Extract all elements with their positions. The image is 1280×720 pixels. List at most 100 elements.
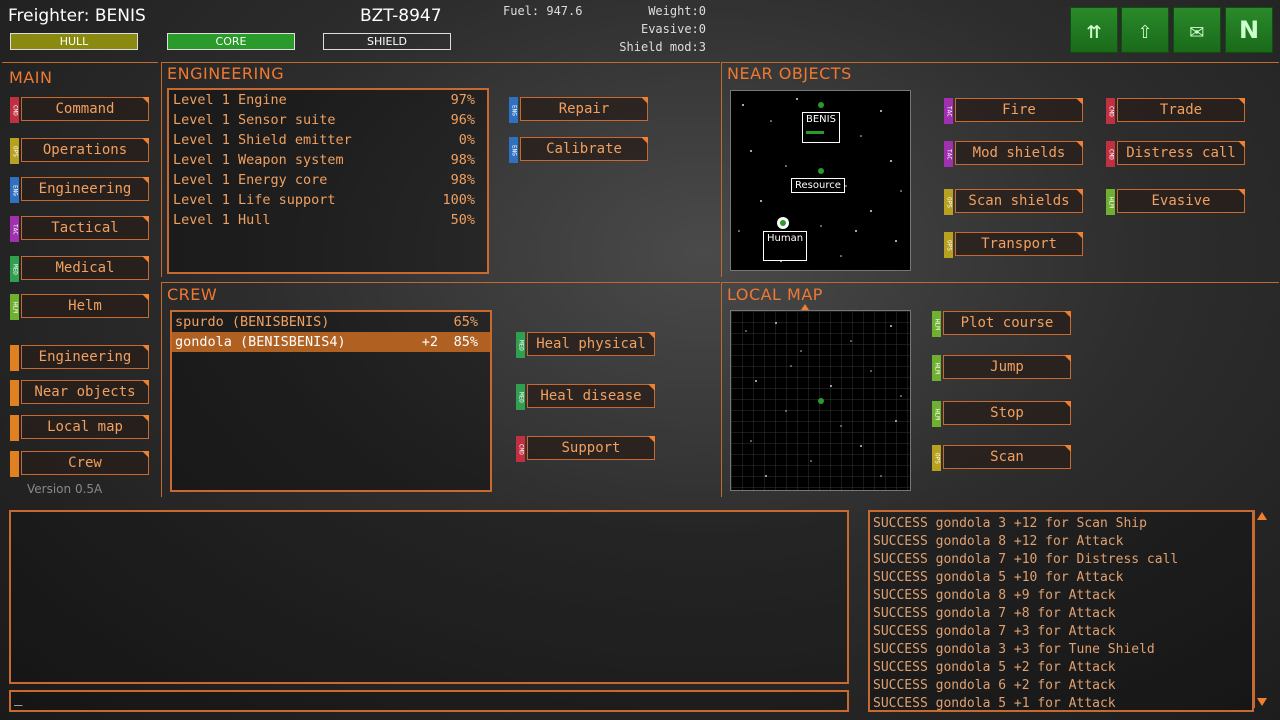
- input-cursor: _: [14, 690, 23, 706]
- local-map-view[interactable]: [730, 310, 911, 491]
- eng-tag: ENG: [509, 137, 518, 163]
- cmd-tag: CMD: [10, 97, 19, 123]
- stop-button[interactable]: Stop: [943, 401, 1071, 425]
- system-row[interactable]: Level 1 Shield emitter 0%: [169, 130, 487, 150]
- cmd-tag: CMD: [1106, 98, 1115, 124]
- fuel-stat: Fuel: 947.6: [503, 4, 583, 18]
- mail-button[interactable]: ✉: [1173, 7, 1221, 53]
- sidebar-tactical-button[interactable]: Tactical: [21, 216, 149, 240]
- hlm-tag: HLM: [1106, 189, 1115, 215]
- ops-tag: OPS: [932, 445, 941, 471]
- scan-shields-button[interactable]: Scan shields: [955, 189, 1083, 213]
- scan-button[interactable]: Scan: [943, 445, 1071, 469]
- hull-bar: HULL: [10, 33, 138, 50]
- log-line: SUCCESS gondola 3 +3 for Tune Shield: [873, 642, 1155, 657]
- crew-transfer-button[interactable]: ⇈: [1070, 7, 1118, 53]
- system-row[interactable]: Level 1 Hull 50%: [169, 210, 487, 230]
- log-line: SUCCESS gondola 8 +12 for Attack: [873, 534, 1124, 549]
- resource-marker[interactable]: [818, 168, 824, 174]
- core-bar: CORE: [167, 33, 295, 50]
- view-local-map-button[interactable]: Local map: [21, 415, 149, 439]
- fire-button[interactable]: Fire: [955, 98, 1083, 122]
- view-tag: [10, 345, 19, 371]
- upload-person-button[interactable]: ⇧: [1121, 7, 1169, 53]
- hlm-tag: HLM: [10, 294, 19, 320]
- crew-title: CREW: [167, 285, 218, 304]
- view-tag: [10, 415, 19, 441]
- event-log[interactable]: SUCCESS gondola 3 +12 for Scan Ship SUCC…: [868, 510, 1254, 712]
- ops-tag: OPS: [944, 232, 953, 258]
- ship-title: Freighter: BENIS: [8, 6, 146, 26]
- mod-shields-button[interactable]: Mod shields: [955, 141, 1083, 165]
- main-title: MAIN: [9, 68, 53, 87]
- med-tag: MED: [516, 384, 525, 410]
- nav-north-button[interactable]: N: [1225, 7, 1273, 53]
- log-line: SUCCESS gondola 3 +12 for Scan Ship: [873, 516, 1147, 531]
- engineering-title: ENGINEERING: [167, 64, 285, 83]
- crew-row-selected[interactable]: gondola (BENISBENIS4) +2 85%: [172, 332, 490, 352]
- ship-registration: BZT-8947: [360, 6, 442, 26]
- shield-mod-stat: Shield mod:3: [619, 40, 706, 54]
- tac-tag: TAC: [944, 98, 953, 124]
- local-starfield: [731, 311, 910, 490]
- support-button[interactable]: Support: [527, 436, 655, 460]
- system-row[interactable]: Level 1 Engine 97%: [169, 90, 487, 110]
- med-tag: MED: [516, 332, 525, 358]
- nav-north-icon: N: [1238, 16, 1260, 44]
- plot-course-button[interactable]: Plot course: [943, 311, 1071, 335]
- view-engineering-button[interactable]: Engineering: [21, 345, 149, 369]
- local-map-title: LOCAL MAP: [727, 285, 823, 304]
- heal-physical-button[interactable]: Heal physical: [527, 332, 655, 356]
- output-area: [9, 510, 849, 684]
- sidebar-helm-button[interactable]: Helm: [21, 294, 149, 318]
- sidebar-engineering-button[interactable]: Engineering: [21, 177, 149, 201]
- view-tag: [10, 380, 19, 406]
- log-line: SUCCESS gondola 7 +10 for Distress call: [873, 552, 1179, 567]
- hlm-tag: HLM: [932, 401, 941, 427]
- evasive-button[interactable]: Evasive: [1117, 189, 1245, 213]
- crew-transfer-icon: ⇈: [1086, 16, 1102, 44]
- med-tag: MED: [10, 256, 19, 282]
- sidebar-command-button[interactable]: Command: [21, 97, 149, 121]
- heal-disease-button[interactable]: Heal disease: [527, 384, 655, 408]
- command-input[interactable]: _: [9, 690, 849, 712]
- eng-tag: ENG: [10, 177, 19, 203]
- system-row[interactable]: Level 1 Weapon system 98%: [169, 150, 487, 170]
- sidebar-medical-button[interactable]: Medical: [21, 256, 149, 280]
- ops-tag: OPS: [10, 138, 19, 164]
- view-tag: [10, 451, 19, 477]
- calibrate-button[interactable]: Calibrate: [520, 137, 648, 161]
- near-objects-map[interactable]: BENIS Resource Human: [730, 90, 911, 271]
- ship-marker[interactable]: [818, 102, 824, 108]
- shield-bar: SHIELD: [323, 33, 451, 50]
- log-line: SUCCESS gondola 5 +10 for Attack: [873, 570, 1124, 585]
- transport-button[interactable]: Transport: [955, 232, 1083, 256]
- weight-stat: Weight:0: [648, 4, 706, 18]
- mail-icon: ✉: [1189, 16, 1205, 44]
- eng-tag: ENG: [509, 97, 518, 123]
- system-row[interactable]: Level 1 Energy core 98%: [169, 170, 487, 190]
- log-scrollbar[interactable]: [1254, 510, 1269, 708]
- system-row[interactable]: Level 1 Sensor suite 96%: [169, 110, 487, 130]
- scroll-down-icon[interactable]: [1257, 698, 1267, 706]
- hlm-tag: HLM: [932, 355, 941, 381]
- resource-label: Resource: [791, 178, 845, 193]
- cmd-tag: CMD: [1106, 141, 1115, 167]
- view-near-objects-button[interactable]: Near objects: [21, 380, 149, 404]
- repair-button[interactable]: Repair: [520, 97, 648, 121]
- trade-button[interactable]: Trade: [1117, 98, 1245, 122]
- ops-tag: OPS: [944, 189, 953, 215]
- cmd-tag: CMD: [516, 436, 525, 462]
- log-line: SUCCESS gondola 5 +2 for Attack: [873, 660, 1116, 675]
- jump-button[interactable]: Jump: [943, 355, 1071, 379]
- log-line: SUCCESS gondola 5 +1 for Attack: [873, 696, 1116, 711]
- upload-person-icon: ⇧: [1137, 16, 1153, 44]
- systems-list: Level 1 Engine 97% Level 1 Sensor suite 96…: [167, 88, 489, 274]
- sidebar-operations-button[interactable]: Operations: [21, 138, 149, 162]
- view-crew-button[interactable]: Crew: [21, 451, 149, 475]
- crew-list: spurdo (BENISBENIS) 65% gondola (BENISBEN…: [170, 310, 492, 492]
- scroll-up-icon[interactable]: [1257, 512, 1267, 520]
- crew-row[interactable]: spurdo (BENISBENIS) 65%: [172, 312, 490, 332]
- system-row[interactable]: Level 1 Life support 100%: [169, 190, 487, 210]
- distress-call-button[interactable]: Distress call: [1117, 141, 1245, 165]
